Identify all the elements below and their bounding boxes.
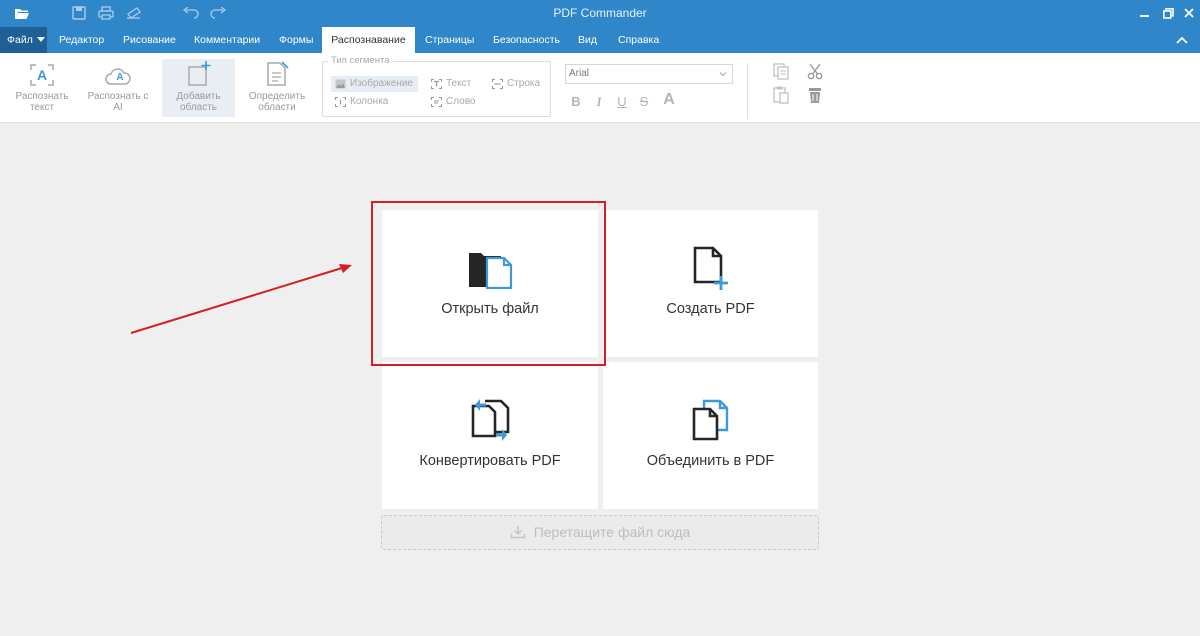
word-icon: [431, 97, 442, 107]
segment-line-label: Строка: [507, 78, 541, 89]
detect-areas-icon: [243, 59, 311, 87]
tab-help[interactable]: Справка: [618, 27, 659, 53]
text-frame-icon: [431, 79, 442, 89]
highlight-frame: [371, 201, 606, 366]
drop-zone[interactable]: Перетащите файл сюда: [381, 515, 819, 550]
segment-type-group: Тип сегмента Изображение Текст Строка Ко…: [322, 55, 551, 117]
underline-button[interactable]: U: [616, 94, 628, 110]
menu-bar: Файл Редактор Рисование Комментарии Форм…: [0, 27, 1200, 53]
file-menu-label: Файл: [7, 34, 33, 46]
font-color-button[interactable]: A: [662, 91, 676, 108]
segment-image-option[interactable]: Изображение: [331, 76, 418, 92]
font-family-value: Arial: [569, 68, 590, 79]
chevron-up-icon: [1176, 36, 1188, 44]
merge-pdf-tile[interactable]: Объединить в PDF: [603, 362, 818, 509]
tab-security[interactable]: Безопасность: [493, 27, 560, 53]
recognize-ai-icon: A: [83, 59, 153, 87]
recognize-ai-label: Распознать с AI: [87, 91, 149, 113]
recognize-ai-button[interactable]: A Распознать с AI: [83, 59, 153, 117]
cut-icon[interactable]: [806, 62, 824, 80]
segment-text-option[interactable]: Текст: [427, 76, 471, 92]
svg-text:A: A: [116, 72, 123, 83]
tab-comments[interactable]: Комментарии: [194, 27, 260, 53]
add-area-icon: [162, 59, 235, 87]
convert-pdf-icon: [382, 398, 598, 442]
tab-recognition[interactable]: Распознавание: [322, 27, 415, 53]
segment-word-option[interactable]: Слово: [427, 94, 476, 110]
merge-pdf-icon: [603, 399, 818, 441]
drop-zone-label: Перетащите файл сюда: [533, 524, 691, 540]
image-icon: [335, 79, 346, 89]
merge-pdf-label: Объединить в PDF: [646, 453, 775, 469]
download-icon: [510, 526, 525, 539]
paste-icon[interactable]: [772, 86, 790, 104]
segment-type-title: Тип сегмента: [328, 55, 393, 66]
italic-button[interactable]: I: [593, 94, 605, 110]
detect-areas-button[interactable]: Определить области: [243, 59, 311, 117]
restore-icon[interactable]: [1160, 4, 1176, 22]
line-icon: [492, 79, 503, 89]
create-pdf-tile[interactable]: Создать PDF: [603, 210, 818, 357]
minimize-icon[interactable]: [1137, 4, 1153, 22]
delete-icon[interactable]: [806, 86, 824, 104]
file-menu-button[interactable]: Файл: [0, 27, 47, 53]
segment-column-option[interactable]: Колонка: [331, 94, 388, 110]
strikethrough-button[interactable]: S: [638, 94, 650, 110]
font-family-select[interactable]: Arial: [565, 64, 733, 84]
tab-forms[interactable]: Формы: [279, 27, 313, 53]
close-icon[interactable]: [1181, 4, 1197, 22]
tab-editor[interactable]: Редактор: [59, 27, 104, 53]
convert-pdf-tile[interactable]: Конвертировать PDF: [382, 362, 598, 509]
recognize-text-label: Распознать текст: [15, 91, 69, 113]
ribbon-toolbar: A Распознать текст A Распознать с AI Доб…: [0, 53, 1200, 123]
chevron-down-icon: [36, 37, 45, 42]
chevron-down-icon: [719, 72, 727, 77]
window-title: PDF Commander: [553, 6, 647, 20]
copy-icon[interactable]: [772, 62, 790, 80]
add-area-label: Добавить область: [176, 91, 221, 113]
column-icon: [335, 97, 346, 107]
tab-drawing[interactable]: Рисование: [123, 27, 176, 53]
segment-image-label: Изображение: [350, 78, 413, 89]
convert-pdf-label: Конвертировать PDF: [419, 453, 561, 469]
create-pdf-icon: [603, 246, 818, 290]
segment-text-label: Текст: [446, 78, 472, 89]
recognize-text-icon: A: [8, 59, 76, 87]
bold-button[interactable]: B: [570, 94, 582, 110]
detect-areas-label: Определить области: [248, 91, 306, 113]
create-pdf-label: Создать PDF: [666, 301, 755, 317]
collapse-ribbon-button[interactable]: [1164, 27, 1200, 53]
add-area-button[interactable]: Добавить область: [162, 59, 235, 117]
segment-column-label: Колонка: [350, 96, 389, 107]
tab-pages[interactable]: Страницы: [425, 27, 474, 53]
tab-view[interactable]: Вид: [578, 27, 597, 53]
ribbon-divider: [747, 63, 748, 119]
title-bar: PDF Commander: [0, 0, 1200, 27]
segment-line-option[interactable]: Строка: [488, 76, 540, 92]
svg-text:A: A: [37, 67, 47, 83]
recognize-text-button[interactable]: A Распознать текст: [8, 59, 76, 117]
segment-word-label: Слово: [446, 96, 476, 107]
